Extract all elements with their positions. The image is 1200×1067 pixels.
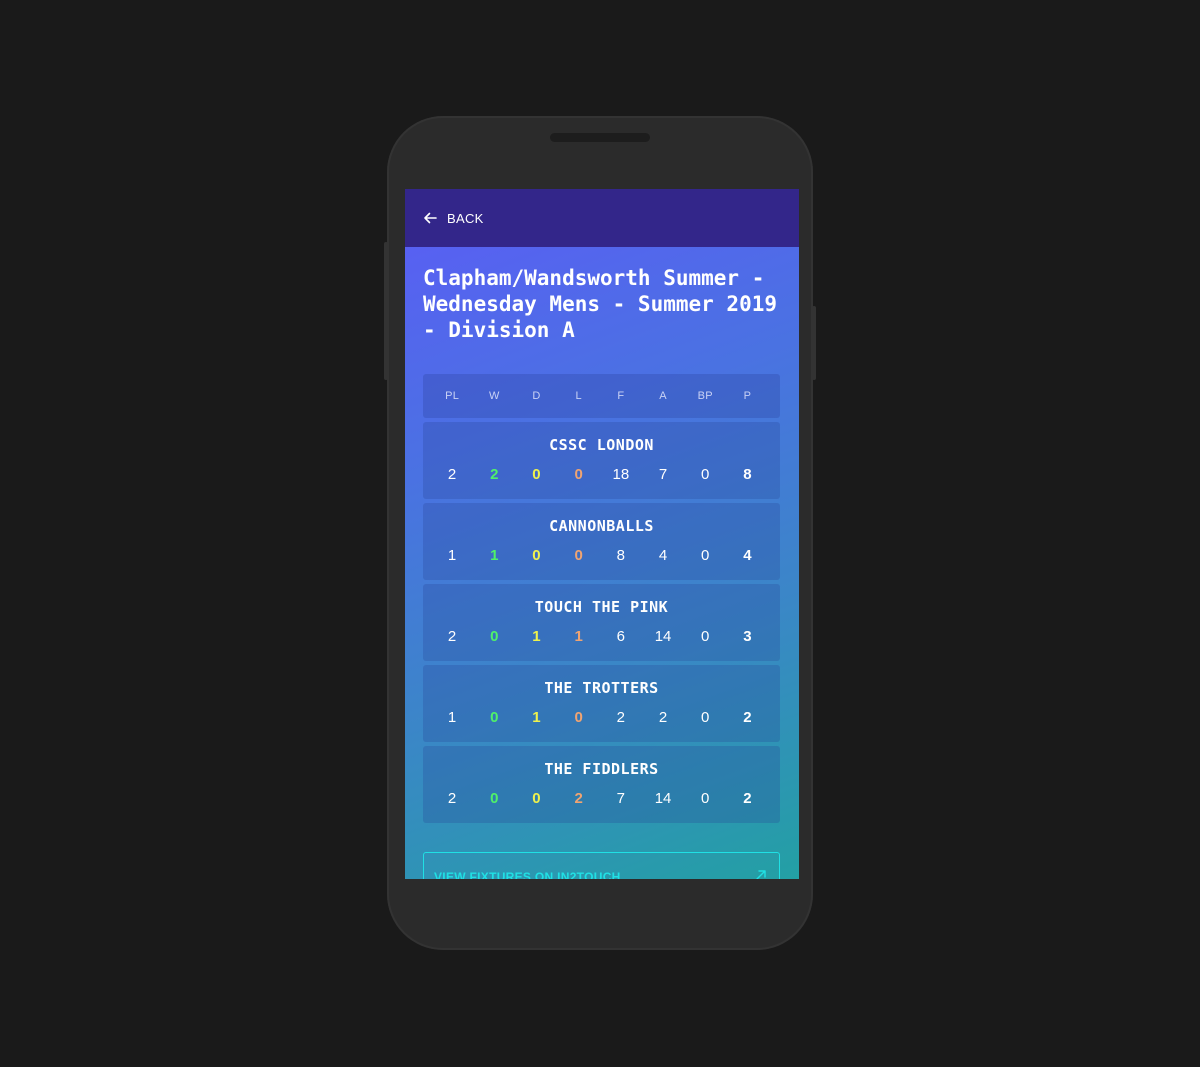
external-link-icon bbox=[756, 870, 766, 879]
stat-bonus-points: 0 bbox=[701, 628, 710, 645]
view-fixtures-button[interactable]: VIEW FIXTURES ON IN2TOUCH bbox=[423, 852, 780, 879]
stat-lost: 0 bbox=[574, 466, 583, 483]
table-header: PL W D L F A BP P bbox=[423, 374, 780, 418]
stat-lost: 0 bbox=[574, 547, 583, 564]
stat-points: 2 bbox=[743, 709, 752, 726]
stat-lost: 2 bbox=[574, 790, 583, 807]
team-row: TOUCH THE PINK 2 0 1 1 6 14 0 3 bbox=[423, 584, 780, 661]
header-won: W bbox=[488, 390, 500, 402]
stat-points: 8 bbox=[743, 466, 752, 483]
app-bar: BACK bbox=[405, 189, 799, 247]
stat-played: 1 bbox=[447, 709, 457, 726]
stat-against: 14 bbox=[654, 790, 672, 807]
stat-points: 2 bbox=[743, 790, 752, 807]
arrow-left-icon bbox=[424, 212, 437, 224]
stat-against: 7 bbox=[658, 466, 668, 483]
stat-for: 6 bbox=[616, 628, 626, 645]
header-lost: L bbox=[575, 390, 582, 402]
stat-against: 2 bbox=[658, 709, 668, 726]
stat-drawn: 0 bbox=[532, 790, 541, 807]
stat-lost: 0 bbox=[574, 709, 583, 726]
phone-speaker bbox=[550, 133, 650, 142]
team-stats: 2 2 0 0 18 7 0 8 bbox=[431, 466, 769, 483]
team-row: THE FIDDLERS 2 0 0 2 7 14 0 2 bbox=[423, 746, 780, 823]
stat-against: 14 bbox=[654, 628, 672, 645]
team-row: CSSC LONDON 2 2 0 0 18 7 0 8 bbox=[423, 422, 780, 499]
stat-won: 1 bbox=[490, 547, 499, 564]
stat-played: 2 bbox=[447, 790, 457, 807]
team-row: CANNONBALLS 1 1 0 0 8 4 0 4 bbox=[423, 503, 780, 580]
stat-for: 8 bbox=[616, 547, 626, 564]
back-label: BACK bbox=[447, 210, 484, 226]
header-against: A bbox=[659, 390, 667, 402]
league-title: Clapham/Wandsworth Summer - Wednesday Me… bbox=[423, 266, 778, 342]
header-played: PL bbox=[445, 390, 460, 402]
header-bonus-points: BP bbox=[697, 390, 713, 402]
back-button[interactable]: BACK bbox=[423, 211, 484, 226]
team-row: THE TROTTERS 1 0 1 0 2 2 0 2 bbox=[423, 665, 780, 742]
stat-bonus-points: 0 bbox=[701, 466, 710, 483]
stat-points: 4 bbox=[743, 547, 752, 564]
stat-points: 3 bbox=[743, 628, 752, 645]
stat-played: 1 bbox=[447, 547, 457, 564]
stat-bonus-points: 0 bbox=[701, 790, 710, 807]
team-name: THE FIDDLERS bbox=[544, 760, 659, 778]
stat-bonus-points: 0 bbox=[701, 547, 710, 564]
stat-against: 4 bbox=[658, 547, 668, 564]
stat-for: 7 bbox=[616, 790, 626, 807]
stat-drawn: 1 bbox=[532, 628, 541, 645]
stat-for: 2 bbox=[616, 709, 626, 726]
app-screen: BACK Clapham/Wandsworth Summer - Wednesd… bbox=[405, 189, 799, 879]
header-for: F bbox=[617, 390, 625, 402]
header-points: P bbox=[743, 390, 752, 402]
phone-side-button-right bbox=[812, 306, 816, 380]
stat-for: 18 bbox=[612, 466, 630, 483]
stat-drawn: 0 bbox=[532, 466, 541, 483]
stat-drawn: 0 bbox=[532, 547, 541, 564]
stat-drawn: 1 bbox=[532, 709, 541, 726]
stat-won: 0 bbox=[490, 709, 499, 726]
team-name: CANNONBALLS bbox=[549, 517, 654, 535]
team-name: TOUCH THE PINK bbox=[534, 598, 669, 616]
team-stats: 1 1 0 0 8 4 0 4 bbox=[431, 547, 769, 564]
stat-won: 2 bbox=[490, 466, 499, 483]
stat-won: 0 bbox=[490, 628, 499, 645]
stat-bonus-points: 0 bbox=[701, 709, 710, 726]
phone-side-button-left bbox=[384, 242, 388, 380]
view-fixtures-label: VIEW FIXTURES ON IN2TOUCH bbox=[434, 870, 621, 879]
team-stats: 2 0 1 1 6 14 0 3 bbox=[431, 628, 769, 645]
stat-played: 2 bbox=[447, 466, 457, 483]
team-stats: 2 0 0 2 7 14 0 2 bbox=[431, 790, 769, 807]
stat-won: 0 bbox=[490, 790, 499, 807]
team-name: CSSC LONDON bbox=[549, 436, 654, 454]
team-name: THE TROTTERS bbox=[544, 679, 659, 697]
stat-lost: 1 bbox=[574, 628, 583, 645]
stat-played: 2 bbox=[447, 628, 457, 645]
header-drawn: D bbox=[532, 390, 541, 402]
team-stats: 1 0 1 0 2 2 0 2 bbox=[431, 709, 769, 726]
